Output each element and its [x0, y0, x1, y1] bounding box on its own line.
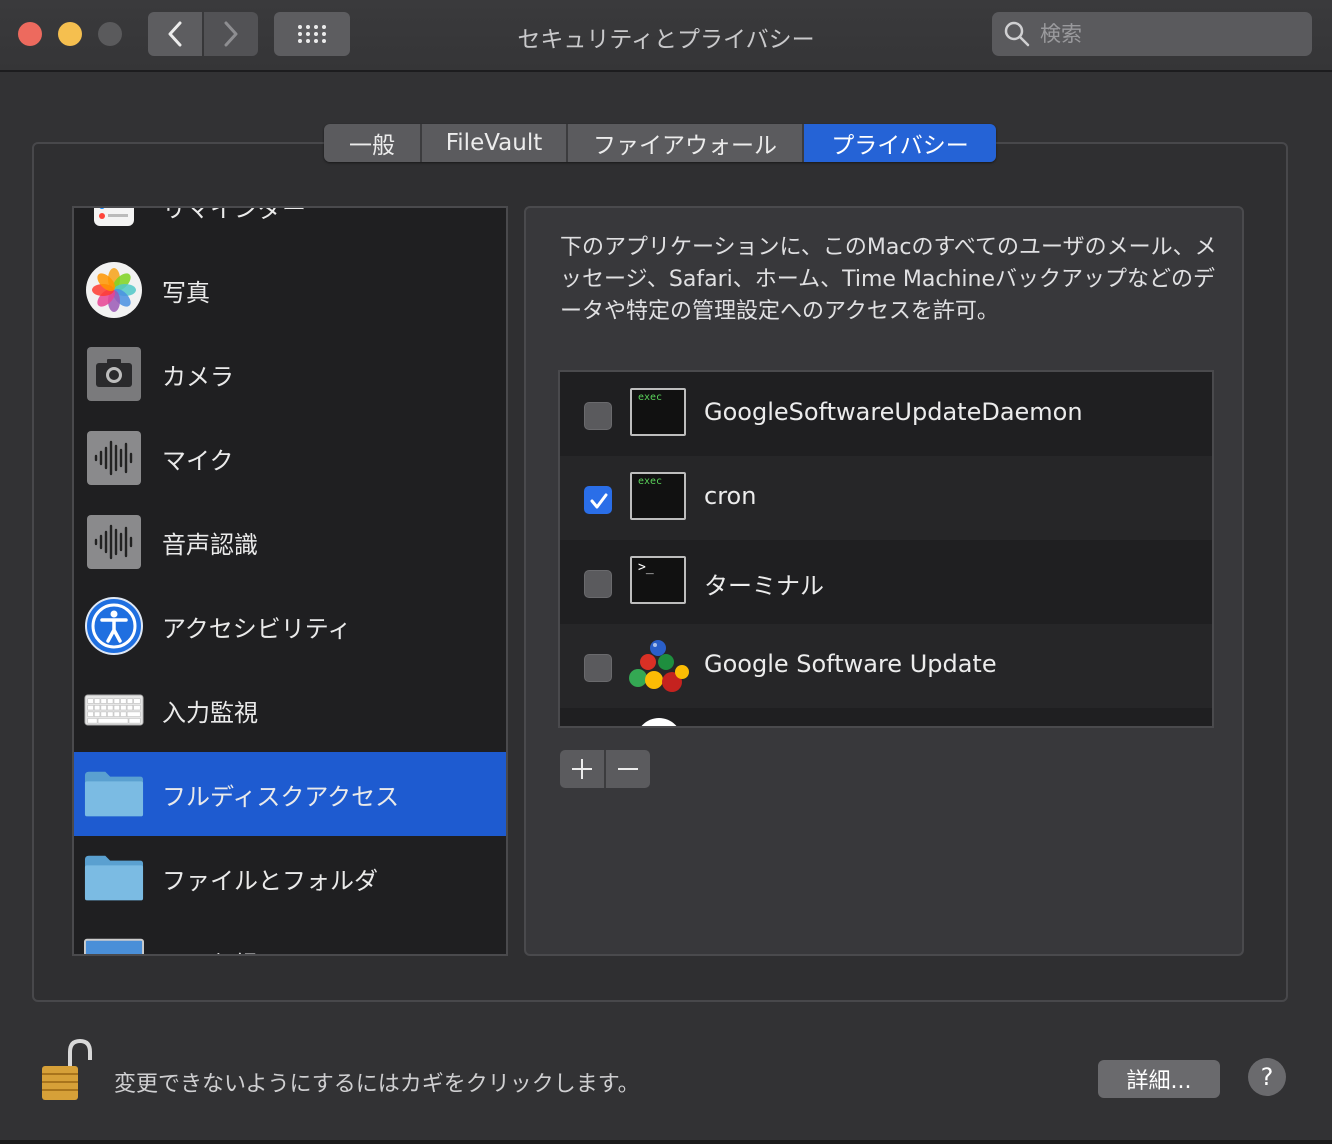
- sidebar-item-full-disk-access[interactable]: フルディスクアクセス: [74, 752, 506, 836]
- tab-firewall[interactable]: ファイアウォール: [568, 124, 804, 162]
- help-button[interactable]: ?: [1248, 1058, 1286, 1096]
- sidebar-item-microphone[interactable]: マイク: [74, 416, 506, 500]
- sidebar-item-photos[interactable]: 写真: [74, 248, 506, 332]
- minus-icon: [618, 768, 638, 770]
- tab-filevault[interactable]: FileVault: [422, 124, 568, 162]
- sidebar-item-label: ファイルとフォルダ: [162, 866, 378, 895]
- tab-general[interactable]: 一般: [324, 124, 422, 162]
- sidebar-item-label: マイク: [162, 446, 234, 475]
- lock-instructions: 変更できないようにするにはカギをクリックします。: [114, 1072, 640, 1097]
- search-field[interactable]: [992, 12, 1312, 56]
- window-bottom-edge: [0, 1140, 1332, 1144]
- sidebar-item-reminders[interactable]: リマインダー: [74, 206, 506, 248]
- exec-icon: exec: [630, 472, 686, 520]
- app-name: GoogleSoftwareUpdateDaemon: [704, 398, 1083, 426]
- unlocked-padlock-icon: [42, 1038, 92, 1100]
- search-icon: [1004, 21, 1030, 47]
- checkmark-icon: [590, 493, 608, 509]
- sidebar-item-accessibility[interactable]: アクセシビリティ: [74, 584, 506, 668]
- add-remove-control: [560, 750, 650, 788]
- screen-recording-icon: [84, 932, 144, 954]
- accessibility-icon: [84, 596, 144, 656]
- terminal-icon: >_: [630, 556, 686, 604]
- app-row[interactable]: Google Software Update: [560, 624, 1212, 708]
- tab-privacy[interactable]: プライバシー: [804, 124, 996, 162]
- app-checkbox[interactable]: [584, 486, 612, 514]
- sidebar-item-label: アクセシビリティ: [162, 614, 352, 643]
- app-row[interactable]: >_ ターミナル: [560, 540, 1212, 624]
- app-checkbox[interactable]: [584, 654, 612, 682]
- app-checkbox[interactable]: [584, 402, 612, 430]
- reminders-icon: [84, 208, 144, 236]
- app-name: cron: [704, 482, 757, 510]
- app-name: Google Software Update: [704, 650, 997, 678]
- sidebar-item-screen-recording[interactable]: 画面収録: [74, 920, 506, 955]
- sidebar-item-label: 写真: [162, 278, 210, 307]
- folder-icon: [84, 848, 144, 908]
- tab-bar: 一般 FileVault ファイアウォール プライバシー: [324, 124, 996, 162]
- sidebar-item-label: 入力監視: [162, 698, 258, 727]
- app-checkbox[interactable]: [584, 570, 612, 598]
- sidebar-item-input-monitoring[interactable]: 入力監視: [74, 668, 506, 752]
- privacy-category-list[interactable]: リマインダー 写真 カメラ マイク 音声認識 アクセシビリティ 入力監視 フルデ…: [72, 206, 508, 956]
- sidebar-item-label: リマインダー: [162, 206, 306, 223]
- photos-icon: [84, 260, 144, 320]
- speech-recognition-icon: [84, 512, 144, 572]
- advanced-button[interactable]: 詳細...: [1098, 1060, 1220, 1098]
- search-input[interactable]: [1040, 22, 1290, 46]
- app-row[interactable]: exec cron: [560, 456, 1212, 540]
- sidebar-item-files-and-folders[interactable]: ファイルとフォルダ: [74, 836, 506, 920]
- title-bar: セキュリティとプライバシー: [0, 0, 1332, 72]
- exec-icon: exec: [630, 388, 686, 436]
- camera-icon: [84, 344, 144, 404]
- sidebar-item-label: フルディスクアクセス: [162, 782, 400, 811]
- sidebar-item-label: 画面収録: [162, 945, 258, 955]
- google-software-update-icon: [626, 636, 690, 696]
- access-description: 下のアプリケーションに、このMacのすべてのユーザのメール、メッセージ、Safa…: [560, 235, 1217, 324]
- sidebar-item-camera[interactable]: カメラ: [74, 332, 506, 416]
- microphone-icon: [84, 428, 144, 488]
- full-disk-access-panel: 下のアプリケーションに、このMacのすべてのユーザのメール、メッセージ、Safa…: [524, 206, 1244, 956]
- app-row[interactable]: exec GoogleSoftwareUpdateDaemon: [560, 372, 1212, 456]
- app-list[interactable]: exec GoogleSoftwareUpdateDaemon exec cro…: [558, 370, 1214, 728]
- plus-icon: [572, 759, 592, 779]
- keyboard-icon: [84, 680, 144, 740]
- sidebar-item-speech-recognition[interactable]: 音声認識: [74, 500, 506, 584]
- add-app-button[interactable]: [560, 750, 606, 788]
- remove-app-button[interactable]: [606, 750, 650, 788]
- folder-icon: [84, 764, 144, 824]
- app-row[interactable]: [560, 708, 1212, 726]
- sidebar-item-label: 音声認識: [162, 530, 258, 559]
- sidebar-item-label: カメラ: [162, 362, 234, 391]
- app-icon: [636, 718, 682, 726]
- lock-button[interactable]: [40, 1038, 92, 1102]
- app-name: ターミナル: [704, 572, 824, 600]
